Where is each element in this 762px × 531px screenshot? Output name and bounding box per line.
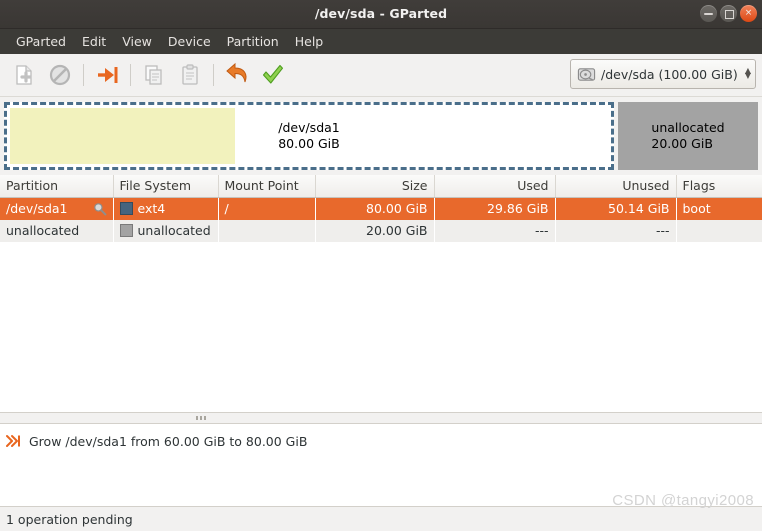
list-item[interactable]: Grow /dev/sda1 from 60.00 GiB to 80.00 G… — [0, 431, 762, 451]
close-icon: × — [744, 8, 753, 18]
new-partition-button[interactable] — [8, 59, 40, 91]
apply-button[interactable] — [257, 59, 289, 91]
filesystem-color-swatch — [119, 224, 133, 237]
column-header-flags[interactable]: Flags — [676, 175, 762, 198]
menu-gparted[interactable]: GParted — [8, 31, 74, 52]
cell-used: 29.86 GiB — [434, 197, 555, 220]
graphic-partition-sda1-size: 80.00 GiB — [278, 136, 340, 151]
cell-filesystem-label: unallocated — [137, 223, 211, 238]
status-text: 1 operation pending — [6, 511, 133, 527]
menu-view[interactable]: View — [114, 31, 160, 52]
cell-filesystem: ext4 — [113, 197, 218, 220]
operation-text: Grow /dev/sda1 from 60.00 GiB to 80.00 G… — [29, 433, 308, 449]
menu-help[interactable]: Help — [287, 31, 332, 52]
column-header-used[interactable]: Used — [434, 175, 556, 198]
cell-partition-name: unallocated — [6, 223, 80, 238]
column-header-filesystem[interactable]: File System — [113, 175, 219, 198]
partition-graphic: /dev/sda1 80.00 GiB unallocated 20.00 Gi… — [0, 97, 762, 175]
menu-edit[interactable]: Edit — [74, 31, 114, 52]
cell-flags — [676, 219, 762, 242]
graphic-partition-unallocated[interactable]: unallocated 20.00 GiB — [618, 102, 758, 170]
cell-used: --- — [434, 219, 555, 242]
cell-unused: 50.14 GiB — [555, 197, 676, 220]
cell-partition: unallocated — [0, 219, 113, 242]
title-bar: /dev/sda - GParted × — [0, 0, 762, 29]
graphic-partition-unallocated-labels: unallocated 20.00 GiB — [651, 120, 724, 152]
pending-operations-list: Grow /dev/sda1 from 60.00 GiB to 80.00 G… — [0, 424, 762, 506]
harddisk-icon — [577, 67, 596, 81]
apply-check-icon — [262, 64, 284, 84]
magnifier-key-icon — [93, 202, 106, 215]
minimize-button[interactable] — [700, 5, 717, 22]
column-header-partition[interactable]: Partition — [0, 175, 114, 198]
cell-partition-name: /dev/sda1 — [6, 201, 68, 216]
graphic-partition-sda1-name: /dev/sda1 — [278, 120, 340, 135]
partition-table: Partition File System Mount Point Size U… — [0, 175, 762, 242]
cell-mountpoint: / — [218, 197, 315, 220]
toolbar-separator-3 — [213, 64, 214, 86]
close-button[interactable]: × — [740, 5, 757, 22]
delete-partition-button[interactable] — [44, 59, 76, 91]
device-selector-chevrons[interactable]: ▲ ▼ — [741, 67, 751, 79]
splitter-grip — [196, 416, 210, 420]
toolbar-separator-1 — [83, 64, 84, 86]
graphic-partition-unallocated-size: 20.00 GiB — [651, 136, 713, 151]
table-header-row: Partition File System Mount Point Size U… — [0, 175, 762, 198]
toolbar: /dev/sda (100.00 GiB) ▲ ▼ — [0, 54, 762, 141]
paste-icon — [182, 64, 198, 85]
graphic-partition-unallocated-name: unallocated — [651, 120, 725, 135]
window-controls: × — [700, 5, 757, 22]
cell-unused: --- — [555, 219, 676, 242]
menu-partition[interactable]: Partition — [219, 31, 287, 52]
menu-bar: GParted Edit View Device Partition Help — [0, 29, 762, 54]
cell-flags: boot — [676, 197, 762, 220]
column-header-mountpoint[interactable]: Mount Point — [218, 175, 316, 198]
resize-grow-icon — [6, 435, 20, 447]
cell-size: 80.00 GiB — [315, 197, 434, 220]
window-title: /dev/sda - GParted — [314, 6, 448, 21]
filesystem-color-swatch — [119, 202, 133, 215]
undo-icon — [226, 62, 247, 83]
device-selector[interactable]: /dev/sda (100.00 GiB) ▲ ▼ — [570, 59, 756, 89]
table-row[interactable]: /dev/sda1 ext4 / 80.00 GiB 29.86 GiB 50.… — [0, 197, 762, 220]
graphic-partition-sda1[interactable]: /dev/sda1 80.00 GiB — [4, 102, 614, 170]
graphic-used-fill — [10, 108, 236, 164]
column-header-size[interactable]: Size — [315, 175, 435, 198]
delete-partition-icon — [49, 64, 71, 86]
cell-partition: /dev/sda1 — [0, 197, 113, 220]
copy-button[interactable] — [138, 59, 170, 91]
column-header-unused[interactable]: Unused — [555, 175, 677, 198]
status-bar: 1 operation pending — [0, 506, 762, 531]
device-selector-label: /dev/sda (100.00 GiB) — [601, 66, 738, 82]
toolbar-separator-2 — [130, 64, 131, 86]
paste-button[interactable] — [174, 59, 206, 91]
resize-move-icon — [98, 67, 118, 83]
resize-move-button[interactable] — [91, 59, 123, 91]
graphic-partition-sda1-labels: /dev/sda1 80.00 GiB — [278, 120, 340, 152]
maximize-button[interactable] — [720, 5, 737, 22]
gparted-window: /dev/sda - GParted × GParted Edit View D… — [0, 0, 762, 531]
table-row[interactable]: unallocated unallocated 20.00 GiB --- --… — [0, 219, 762, 242]
partition-table-area: Partition File System Mount Point Size U… — [0, 175, 762, 412]
cell-filesystem: unallocated — [113, 219, 218, 242]
pane-splitter[interactable] — [0, 412, 762, 424]
cell-size: 20.00 GiB — [315, 219, 434, 242]
cell-mountpoint — [218, 219, 315, 242]
new-partition-icon — [16, 65, 32, 85]
cell-filesystem-label: ext4 — [137, 201, 166, 216]
copy-icon — [145, 65, 162, 85]
menu-device[interactable]: Device — [160, 31, 219, 52]
undo-button[interactable] — [221, 59, 253, 91]
